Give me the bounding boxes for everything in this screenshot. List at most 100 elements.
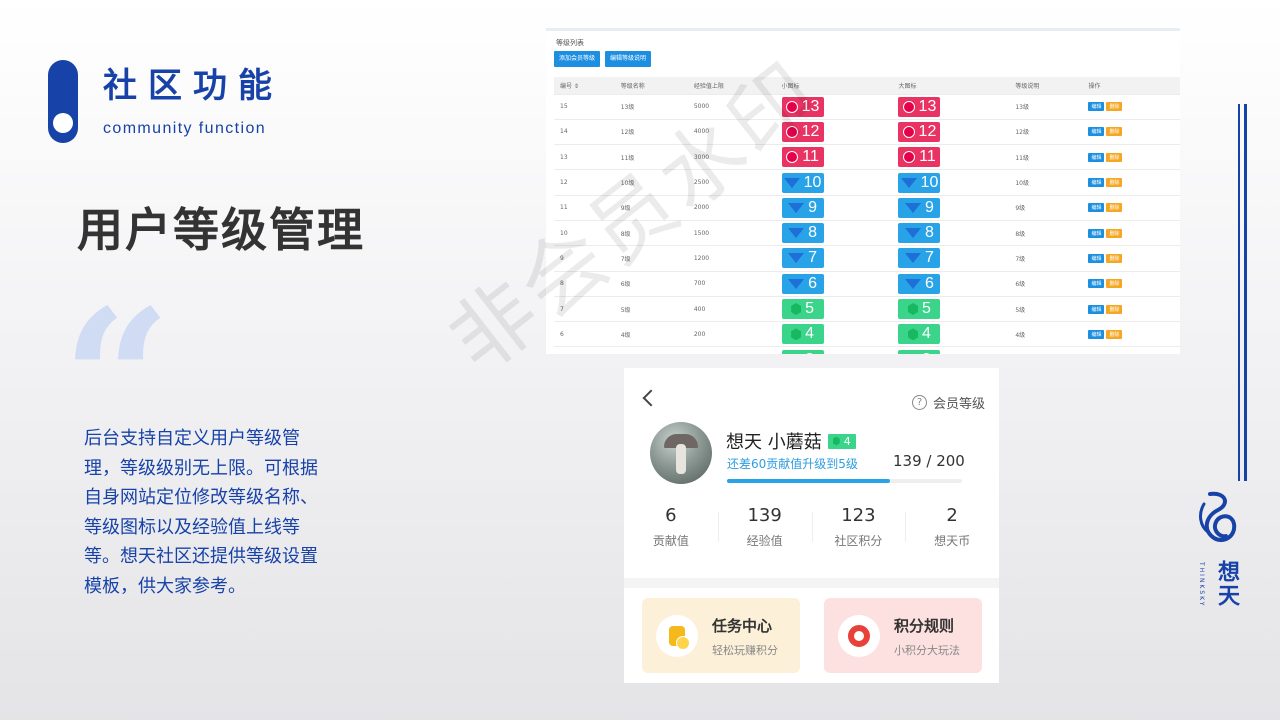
- column-header-id[interactable]: 编号 ⇕: [554, 77, 615, 94]
- delete-button[interactable]: 删除: [1106, 279, 1123, 289]
- cell-name: 8级: [614, 219, 688, 246]
- back-arrow-icon[interactable]: [642, 389, 660, 407]
- table-row: 15 13级 5000 13 13 13级 编辑 删除: [554, 93, 1180, 120]
- level-icon-number: 10: [920, 173, 939, 191]
- task-center-card[interactable]: 任务中心 轻松玩赚积分: [642, 598, 800, 673]
- cell-large-icon: 11: [892, 144, 1010, 170]
- edit-button[interactable]: 编辑: [1088, 253, 1105, 263]
- edit-button[interactable]: 编辑: [1088, 228, 1105, 238]
- avatar-figure: [676, 444, 686, 474]
- level-icon-number: 7: [925, 249, 934, 267]
- level-icon-badge: 4: [898, 324, 941, 345]
- delete-button[interactable]: 删除: [1106, 203, 1123, 213]
- edit-button[interactable]: 编辑: [1088, 304, 1105, 314]
- stat-contribution[interactable]: 6 贡献值: [624, 504, 718, 549]
- add-level-button[interactable]: 添加会员等级: [554, 51, 601, 67]
- cell-large-icon: 3: [892, 346, 1010, 354]
- cell-desc: 8级: [1009, 219, 1083, 246]
- diamond-icon: [783, 177, 800, 188]
- cell-id: 12: [554, 169, 615, 196]
- edit-button[interactable]: 编辑: [1088, 203, 1105, 213]
- section-accent-dot: [53, 113, 73, 133]
- cell-id: 9: [554, 245, 615, 272]
- upgrade-hint: 还差60贡献值升级到5级: [727, 457, 858, 471]
- hexagon-gem-icon: [791, 303, 802, 316]
- cell-id: 15: [554, 93, 615, 120]
- delete-button[interactable]: 删除: [1106, 152, 1123, 162]
- cell-name: 6级: [614, 270, 688, 297]
- edit-button[interactable]: 编辑: [1088, 279, 1105, 289]
- table-row: 13 11级 3000 11 11 11级 编辑 删除: [554, 144, 1180, 170]
- cell-small-icon: 6: [775, 270, 893, 297]
- progress-text: 139 / 200: [893, 452, 965, 470]
- admin-level-list-screenshot: 等级列表 添加会员等级 编辑等级说明 编号 ⇕ 等级名称 经验值上限 小图标 大…: [546, 28, 1180, 354]
- level-icon-badge: 6: [781, 273, 824, 294]
- question-icon: ?: [911, 395, 927, 410]
- edit-button[interactable]: 编辑: [1088, 102, 1105, 112]
- edit-button[interactable]: 编辑: [1088, 152, 1105, 162]
- edit-button[interactable]: 编辑: [1088, 178, 1105, 188]
- delete-button[interactable]: 删除: [1106, 329, 1123, 339]
- cell-ops: [1082, 346, 1180, 354]
- edit-button[interactable]: 编辑: [1088, 127, 1105, 137]
- lifebuoy-icon: [838, 615, 880, 657]
- stat-coins[interactable]: 2 想天币: [905, 504, 999, 549]
- stats-row: 6 贡献值 139 经验值 123 社区积分 2 想天币: [624, 504, 999, 549]
- stat-points[interactable]: 123 社区积分: [811, 504, 906, 549]
- level-icon-badge: 4: [781, 324, 824, 345]
- user-name-row: 想天 小蘑菇 4: [726, 428, 856, 454]
- points-rules-card[interactable]: 积分规则 小积分大玩法: [824, 598, 982, 673]
- delete-button[interactable]: 删除: [1106, 178, 1123, 188]
- circle-icon: [786, 151, 799, 164]
- admin-button-row: 添加会员等级 编辑等级说明: [546, 51, 1180, 67]
- column-header-max-exp: 经验值上限: [687, 77, 776, 94]
- delete-button[interactable]: 删除: [1106, 253, 1123, 263]
- cell-large-icon: 7: [892, 245, 1010, 272]
- stat-experience[interactable]: 139 经验值: [717, 504, 812, 549]
- cell-ops: 编辑 删除: [1082, 219, 1180, 246]
- cell-large-icon: 6: [892, 270, 1010, 297]
- section-subtitle: community function: [103, 120, 267, 137]
- level-icon-badge: 5: [898, 299, 941, 320]
- member-level-label: 会员等级: [932, 397, 985, 412]
- thinksky-logo-icon: [1199, 491, 1237, 543]
- column-header-ops: 操作: [1082, 77, 1180, 94]
- delete-button[interactable]: 删除: [1106, 127, 1123, 137]
- progress-fill: [727, 479, 891, 483]
- delete-button[interactable]: 删除: [1106, 304, 1123, 314]
- cell-name: 11级: [614, 144, 688, 170]
- avatar[interactable]: [650, 422, 712, 484]
- brand-name-en: THINKSKY: [1198, 562, 1205, 608]
- cell-max-exp: [687, 346, 776, 354]
- description-text: 后台支持自定义用户等级管理，等级级别无上限。可根据自身网站定位修改等级名称、等级…: [84, 428, 318, 597]
- hexagon-gem-icon: [832, 436, 840, 446]
- diamond-icon: [905, 228, 921, 239]
- level-icon-badge: 11: [781, 147, 824, 168]
- member-level-help[interactable]: ? 会员等级: [911, 393, 985, 412]
- cell-id: 14: [554, 118, 615, 145]
- cell-small-icon: 7: [775, 245, 893, 272]
- hexagon-gem-icon: [908, 328, 918, 341]
- cell-max-exp: 200: [687, 321, 776, 347]
- cell-id: 13: [554, 144, 615, 170]
- stat-value: 2: [946, 505, 958, 526]
- column-header-small-icon: 小图标: [775, 77, 893, 94]
- diamond-icon: [788, 278, 805, 289]
- section-title: 社区功能: [103, 66, 283, 106]
- cell-name: 7级: [614, 245, 688, 272]
- cell-small-icon: 10: [775, 169, 893, 196]
- level-icon-number: 11: [802, 148, 819, 166]
- delete-button[interactable]: 删除: [1106, 228, 1123, 238]
- level-icon-badge: 8: [781, 223, 824, 244]
- edit-level-desc-button[interactable]: 编辑等级说明: [605, 51, 652, 67]
- level-icon-badge: 12: [898, 121, 941, 142]
- delete-button[interactable]: 删除: [1106, 102, 1123, 112]
- cell-ops: 编辑 删除: [1082, 245, 1180, 272]
- level-icon-badge: 7: [781, 248, 824, 269]
- level-icon-number: 13: [918, 97, 937, 115]
- edit-button[interactable]: 编辑: [1088, 329, 1105, 339]
- circle-icon: [902, 100, 915, 113]
- cell-desc: 6级: [1009, 270, 1083, 297]
- circle-icon: [902, 125, 915, 138]
- cell-desc: 11级: [1009, 144, 1083, 170]
